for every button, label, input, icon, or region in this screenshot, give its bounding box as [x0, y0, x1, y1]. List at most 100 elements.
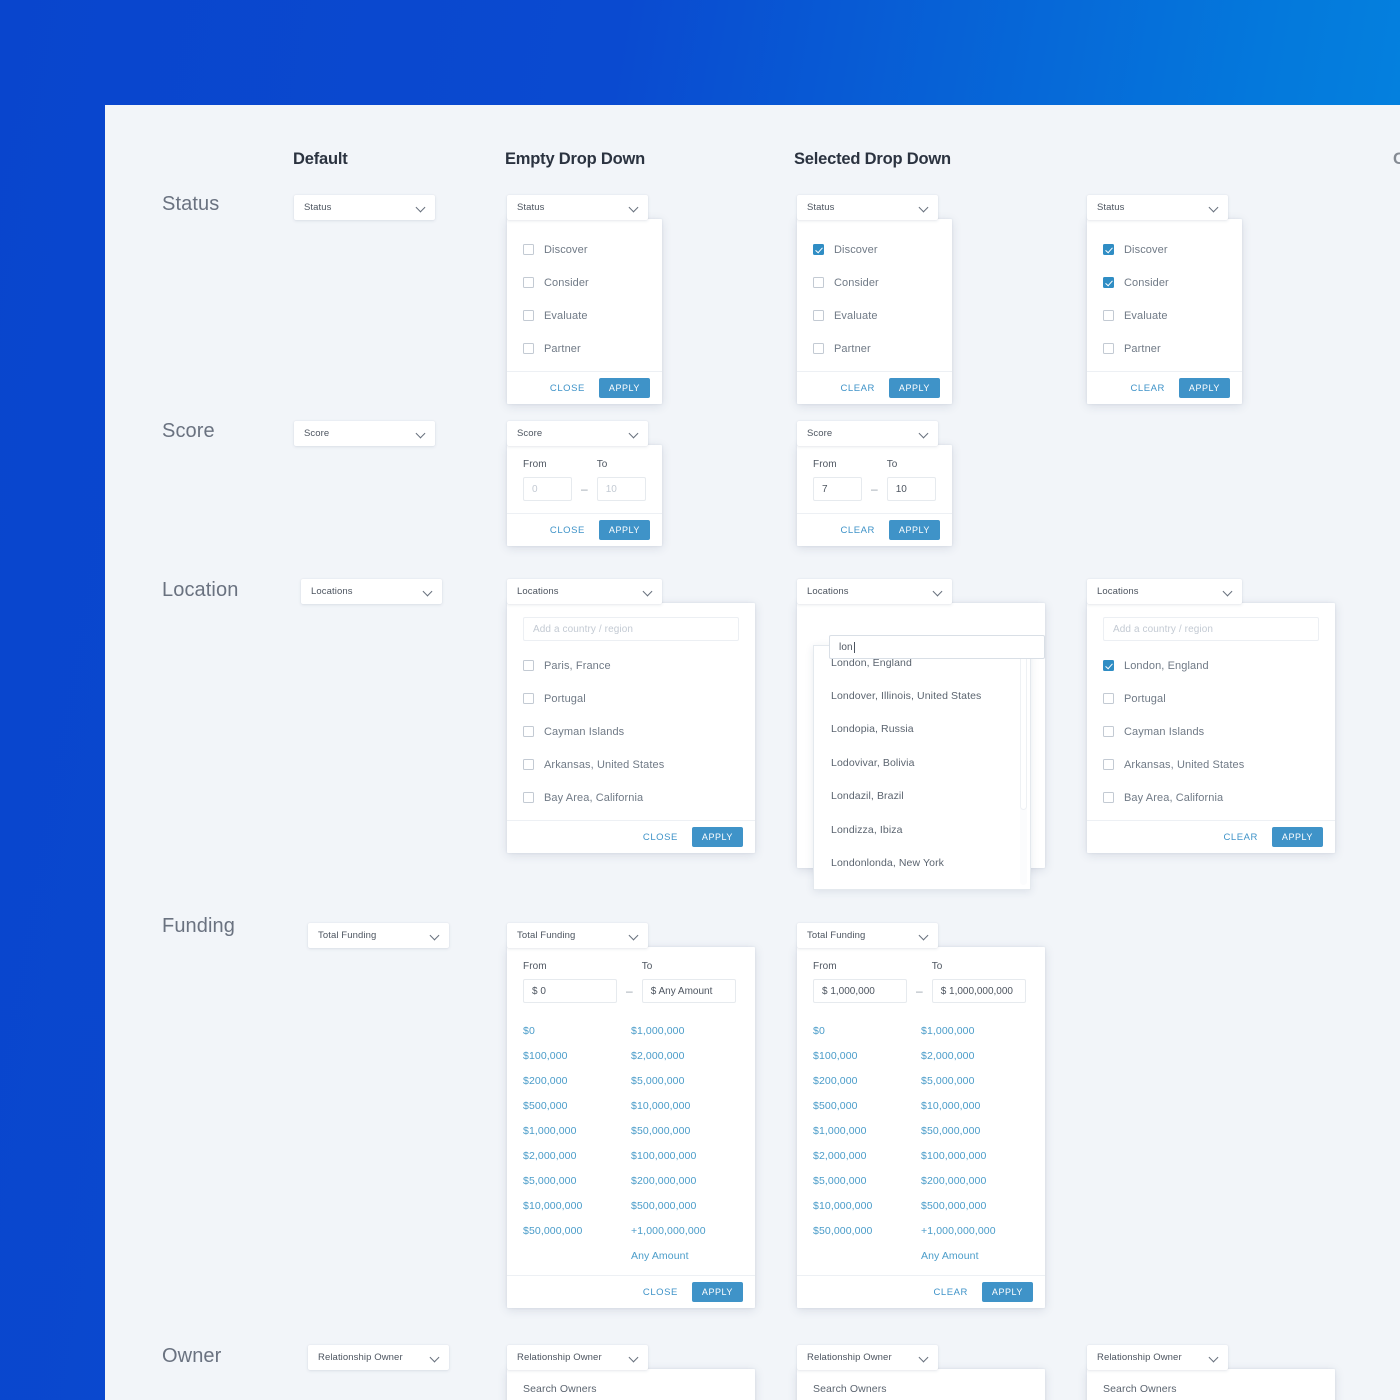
score-to-input[interactable]: 10: [596, 477, 646, 501]
funding-amount-option[interactable]: $50,000,000: [921, 1119, 1029, 1144]
funding-to-input[interactable]: $ Any Amount: [641, 979, 736, 1003]
funding-amount-option[interactable]: $50,000,000: [813, 1219, 921, 1244]
status-option[interactable]: Discover: [1087, 233, 1242, 266]
funding-amount-option[interactable]: $50,000,000: [523, 1219, 631, 1244]
score-from-input[interactable]: 0: [523, 477, 572, 501]
apply-button[interactable]: APPLY: [598, 378, 650, 398]
close-button[interactable]: CLOSE: [640, 830, 681, 845]
funding-amount-option[interactable]: $2,000,000: [813, 1144, 921, 1169]
apply-button[interactable]: APPLY: [888, 520, 940, 540]
location-select-default[interactable]: Locations: [301, 579, 442, 604]
funding-amount-option[interactable]: $100,000: [813, 1044, 921, 1069]
owner-search-label[interactable]: Search Owners: [1087, 1369, 1335, 1395]
funding-amount-option[interactable]: $1,000,000: [523, 1119, 631, 1144]
location-option[interactable]: Arkansas, United States: [507, 748, 755, 781]
status-option[interactable]: Partner: [1087, 332, 1242, 365]
funding-amount-option[interactable]: $5,000,000: [921, 1069, 1029, 1094]
checkbox-icon[interactable]: [813, 343, 824, 354]
checkbox-icon[interactable]: [523, 759, 534, 770]
funding-amount-option[interactable]: $10,000,000: [523, 1194, 631, 1219]
apply-button[interactable]: APPLY: [1178, 378, 1230, 398]
funding-amount-option[interactable]: $1,000,000: [631, 1019, 739, 1044]
location-option[interactable]: Bay Area, California: [1087, 781, 1335, 814]
checkbox-icon[interactable]: [523, 343, 534, 354]
apply-button[interactable]: APPLY: [888, 378, 940, 398]
status-option[interactable]: Evaluate: [1087, 299, 1242, 332]
autocomplete-item[interactable]: Londizza, Ibiza: [814, 813, 1030, 846]
status-option[interactable]: Discover: [797, 233, 952, 266]
funding-from-input[interactable]: $ 1,000,000: [813, 979, 907, 1003]
location-option[interactable]: Arkansas, United States: [1087, 748, 1335, 781]
funding-amount-option[interactable]: $1,000,000: [921, 1019, 1029, 1044]
autocomplete-item[interactable]: Londazil, Brazil: [814, 780, 1030, 813]
score-select-empty[interactable]: Score: [507, 421, 648, 446]
checkbox-icon[interactable]: [1103, 726, 1114, 737]
status-option[interactable]: Partner: [507, 332, 662, 365]
owner-select-selected-two[interactable]: Relationship Owner: [1087, 1345, 1228, 1370]
checkbox-icon[interactable]: [523, 726, 534, 737]
close-button[interactable]: CLOSE: [640, 1285, 681, 1300]
checkbox-checked-icon[interactable]: [1103, 660, 1114, 671]
funding-amount-option[interactable]: $5,000,000: [631, 1069, 739, 1094]
status-option[interactable]: Consider: [797, 266, 952, 299]
apply-button[interactable]: APPLY: [981, 1282, 1033, 1302]
apply-button[interactable]: APPLY: [598, 520, 650, 540]
clear-button[interactable]: CLEAR: [1127, 381, 1167, 396]
status-select-selected[interactable]: Status: [797, 195, 938, 220]
checkbox-icon[interactable]: [523, 277, 534, 288]
checkbox-icon[interactable]: [1103, 343, 1114, 354]
location-option[interactable]: Portugal: [507, 682, 755, 715]
status-option[interactable]: Consider: [507, 266, 662, 299]
apply-button[interactable]: APPLY: [1271, 827, 1323, 847]
location-option[interactable]: Bay Area, California: [507, 781, 755, 814]
funding-amount-option[interactable]: $200,000: [813, 1069, 921, 1094]
checkbox-icon[interactable]: [1103, 759, 1114, 770]
funding-amount-option[interactable]: $0: [813, 1019, 921, 1044]
location-option[interactable]: Paris, France: [507, 649, 755, 682]
status-option[interactable]: Consider: [1087, 266, 1242, 299]
location-search-input-typed[interactable]: lon: [829, 635, 1045, 659]
location-select-typing[interactable]: Locations: [797, 579, 952, 604]
funding-from-input[interactable]: $ 0: [523, 979, 617, 1003]
funding-amount-option[interactable]: $200,000,000: [921, 1169, 1029, 1194]
funding-amount-option[interactable]: $10,000,000: [813, 1194, 921, 1219]
location-option[interactable]: Cayman Islands: [1087, 715, 1335, 748]
funding-amount-option[interactable]: $200,000,000: [631, 1169, 739, 1194]
clear-button[interactable]: CLEAR: [837, 381, 877, 396]
status-option[interactable]: Partner: [797, 332, 952, 365]
status-select-selected-two[interactable]: Status: [1087, 195, 1228, 220]
funding-select-empty[interactable]: Total Funding: [507, 923, 648, 948]
checkbox-checked-icon[interactable]: [1103, 277, 1114, 288]
funding-amount-option[interactable]: $100,000,000: [631, 1144, 739, 1169]
funding-amount-option[interactable]: $1,000,000: [813, 1119, 921, 1144]
close-button[interactable]: CLOSE: [547, 523, 588, 538]
autocomplete-item[interactable]: Londonlonda, New York: [814, 846, 1030, 879]
autocomplete-scrollbar-thumb[interactable]: [1020, 650, 1027, 810]
location-search-input[interactable]: Add a country / region: [1103, 617, 1319, 641]
owner-search-label[interactable]: Search Owners: [507, 1369, 755, 1395]
funding-amount-option[interactable]: Any Amount: [921, 1244, 1029, 1269]
score-to-input[interactable]: 10: [886, 477, 936, 501]
status-option[interactable]: Evaluate: [507, 299, 662, 332]
clear-button[interactable]: CLEAR: [930, 1285, 970, 1300]
funding-amount-option[interactable]: $2,000,000: [523, 1144, 631, 1169]
owner-select-default[interactable]: Relationship Owner: [308, 1345, 449, 1370]
location-option[interactable]: London, England: [1087, 649, 1335, 682]
funding-select-selected[interactable]: Total Funding: [797, 923, 938, 948]
funding-amount-option[interactable]: $50,000,000: [631, 1119, 739, 1144]
funding-amount-option[interactable]: $200,000: [523, 1069, 631, 1094]
checkbox-icon[interactable]: [1103, 792, 1114, 803]
checkbox-icon[interactable]: [813, 277, 824, 288]
funding-amount-option[interactable]: $500,000: [813, 1094, 921, 1119]
funding-amount-option[interactable]: $10,000,000: [921, 1094, 1029, 1119]
owner-select-empty[interactable]: Relationship Owner: [507, 1345, 648, 1370]
checkbox-icon[interactable]: [1103, 693, 1114, 704]
location-option[interactable]: Portugal: [1087, 682, 1335, 715]
funding-amount-option[interactable]: Any Amount: [631, 1244, 739, 1269]
apply-button[interactable]: APPLY: [691, 1282, 743, 1302]
funding-amount-option[interactable]: $100,000: [523, 1044, 631, 1069]
funding-amount-option[interactable]: +1,000,000,000: [921, 1219, 1029, 1244]
funding-amount-option[interactable]: $2,000,000: [921, 1044, 1029, 1069]
autocomplete-item[interactable]: Londopia, Russia: [814, 713, 1030, 746]
status-select-empty[interactable]: Status: [507, 195, 648, 220]
